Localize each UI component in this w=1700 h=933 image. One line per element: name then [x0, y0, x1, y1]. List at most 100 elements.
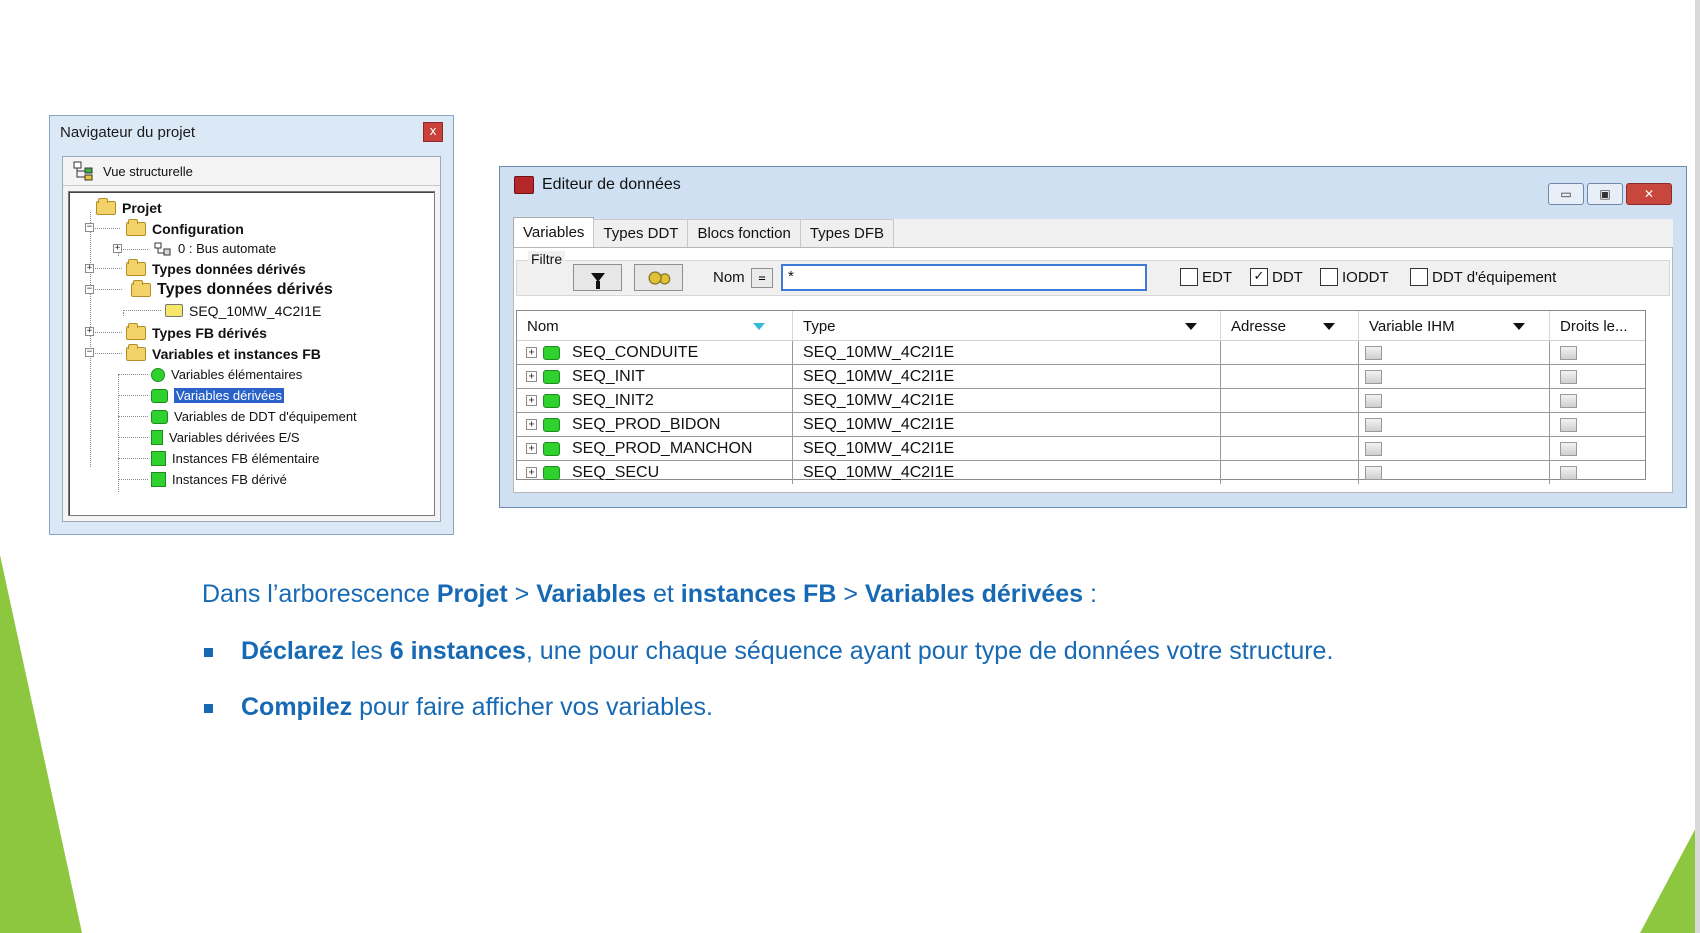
tab-dfb-types[interactable]: Types DFB	[799, 219, 895, 247]
tree-item-derived-types-expanded[interactable]: Types données dérivés	[131, 279, 333, 300]
expand-fb-types-icon[interactable]: +	[85, 327, 94, 336]
variable-type: SEQ_10MW_4C2I1E	[793, 461, 1221, 484]
tree-item-configuration[interactable]: Configuration	[126, 218, 244, 239]
variable-address[interactable]	[1221, 365, 1359, 388]
tree-item-bus-automate[interactable]: 0 : Bus automate	[154, 238, 276, 259]
tree-item-projet[interactable]: Projet	[96, 197, 162, 218]
derived-variable-icon	[543, 465, 560, 480]
bullet-marker	[204, 648, 213, 657]
tree-item-seq-type[interactable]: SEQ_10MW_4C2I1E	[165, 300, 321, 321]
access-rights-checkbox[interactable]	[1560, 417, 1577, 432]
access-rights-checkbox[interactable]	[1560, 369, 1577, 384]
sort-indicator-icon[interactable]	[753, 323, 765, 330]
structural-view-header[interactable]: Vue structurelle	[63, 157, 440, 186]
folder-icon	[126, 322, 146, 340]
variable-address[interactable]	[1221, 437, 1359, 460]
hmi-variable-checkbox[interactable]	[1365, 369, 1382, 384]
close-icon[interactable]: ✕	[1626, 183, 1672, 205]
column-header-name[interactable]: Nom	[517, 311, 793, 341]
collapse-variables-icon[interactable]: −	[85, 348, 94, 357]
collapse-derived-types-icon[interactable]: −	[85, 285, 94, 294]
tree-item-io-variables[interactable]: Variables dérivées E/S	[151, 427, 300, 448]
variable-address[interactable]	[1221, 413, 1359, 436]
expand-row-icon[interactable]: +	[526, 395, 537, 406]
expand-row-icon[interactable]: +	[526, 467, 537, 478]
device-ddt-checkbox[interactable]: DDT d'équipement	[1410, 268, 1556, 286]
bus-icon	[154, 242, 171, 255]
access-rights-checkbox[interactable]	[1560, 393, 1577, 408]
table-row[interactable]: + SEQ_INIT SEQ_10MW_4C2I1E	[517, 365, 1645, 389]
access-rights-checkbox[interactable]	[1560, 345, 1577, 360]
edt-checkbox[interactable]: EDT	[1180, 268, 1232, 286]
derived-variable-icon	[543, 345, 560, 360]
tree-item-derived-types[interactable]: Types données dérivés	[126, 258, 306, 279]
funnel-icon	[590, 273, 605, 289]
data-editor-titlebar: Editeur de données	[500, 167, 1686, 203]
expand-row-icon[interactable]: +	[526, 419, 537, 430]
ddt-checkbox[interactable]: ✓ DDT	[1250, 268, 1303, 286]
project-navigator-titlebar: Navigateur du projet x	[50, 116, 453, 148]
filter-button[interactable]	[573, 264, 622, 291]
table-row[interactable]: + SEQ_CONDUITE SEQ_10MW_4C2I1E	[517, 341, 1645, 365]
tree-item-derived-variables[interactable]: Variables dérivées	[151, 385, 284, 406]
derived-variable-icon	[543, 393, 560, 408]
device-ddt-checkbox-label: DDT d'équipement	[1432, 268, 1557, 286]
variable-type: SEQ_10MW_4C2I1E	[793, 365, 1221, 388]
minimize-icon[interactable]: ▭	[1548, 183, 1584, 205]
hmi-dropdown-icon[interactable]	[1513, 323, 1525, 330]
variable-address[interactable]	[1221, 389, 1359, 412]
expand-derived-types-icon[interactable]: +	[85, 264, 94, 273]
close-icon[interactable]: x	[423, 122, 443, 142]
expand-row-icon[interactable]: +	[526, 347, 537, 358]
table-row[interactable]: + SEQ_PROD_BIDON SEQ_10MW_4C2I1E	[517, 413, 1645, 437]
type-dropdown-icon[interactable]	[1185, 323, 1197, 330]
column-header-access-rights[interactable]: Droits le...	[1550, 311, 1646, 341]
collapse-configuration-icon[interactable]: −	[85, 223, 94, 232]
ioddt-checkbox-box	[1320, 268, 1338, 286]
maximize-icon[interactable]: ▣	[1587, 183, 1623, 205]
name-filter-input[interactable]: *	[781, 264, 1147, 291]
tree-item-fb-types[interactable]: Types FB dérivés	[126, 322, 267, 343]
derived-variable-icon	[543, 369, 560, 384]
variable-address[interactable]	[1221, 461, 1359, 484]
expand-row-icon[interactable]: +	[526, 371, 537, 382]
address-dropdown-icon[interactable]	[1323, 323, 1335, 330]
access-rights-checkbox[interactable]	[1560, 465, 1577, 480]
folder-open-icon	[131, 279, 151, 297]
hmi-variable-checkbox[interactable]	[1365, 465, 1382, 480]
column-header-type[interactable]: Type	[793, 311, 1221, 341]
tab-ddt-types[interactable]: Types DDT	[593, 219, 689, 247]
left-green-triangle	[0, 555, 82, 933]
tab-function-blocks[interactable]: Blocs fonction	[687, 219, 801, 247]
tab-variables[interactable]: Variables	[513, 217, 595, 247]
hmi-variable-checkbox[interactable]	[1365, 441, 1382, 456]
access-rights-checkbox[interactable]	[1560, 441, 1577, 456]
variable-name: SEQ_INIT2	[572, 391, 654, 409]
table-row[interactable]: + SEQ_SECU SEQ_10MW_4C2I1E	[517, 461, 1645, 485]
equals-operator-button[interactable]: =	[751, 268, 773, 288]
name-filter-label: Nom	[713, 269, 745, 286]
gears-icon	[645, 268, 672, 287]
variable-name: SEQ_PROD_MANCHON	[572, 439, 753, 457]
hmi-variable-checkbox[interactable]	[1365, 345, 1382, 360]
tree-item-elementary-variables[interactable]: Variables élémentaires	[151, 364, 302, 385]
tree-item-elementary-fb-instances[interactable]: Instances FB élémentaire	[151, 448, 319, 469]
hmi-variable-checkbox[interactable]	[1365, 393, 1382, 408]
hmi-variable-checkbox[interactable]	[1365, 417, 1382, 432]
project-navigator-window: Navigateur du projet x Vue structurelle	[49, 115, 454, 535]
tree-item-label: 0 : Bus automate	[178, 241, 277, 256]
bullet-marker	[204, 704, 213, 713]
filter-settings-button[interactable]	[634, 264, 683, 291]
tree-item-device-ddt-variables[interactable]: Variables de DDT d'équipement	[151, 406, 357, 427]
tree-item-derived-fb-instances[interactable]: Instances FB dérivé	[151, 469, 287, 490]
table-row[interactable]: + SEQ_PROD_MANCHON SEQ_10MW_4C2I1E	[517, 437, 1645, 461]
tree-item-variables-instances[interactable]: Variables et instances FB	[126, 343, 321, 364]
column-header-address[interactable]: Adresse	[1221, 311, 1359, 341]
expand-row-icon[interactable]: +	[526, 443, 537, 454]
expand-bus-icon[interactable]: +	[113, 244, 122, 253]
variable-type: SEQ_10MW_4C2I1E	[793, 389, 1221, 412]
filter-group: Filtre Nom = * EDT ✓ DDT IODDT DDT d'équ…	[516, 251, 1670, 296]
ioddt-checkbox[interactable]: IODDT	[1320, 268, 1389, 286]
variable-address[interactable]	[1221, 341, 1359, 364]
table-row[interactable]: + SEQ_INIT2 SEQ_10MW_4C2I1E	[517, 389, 1645, 413]
